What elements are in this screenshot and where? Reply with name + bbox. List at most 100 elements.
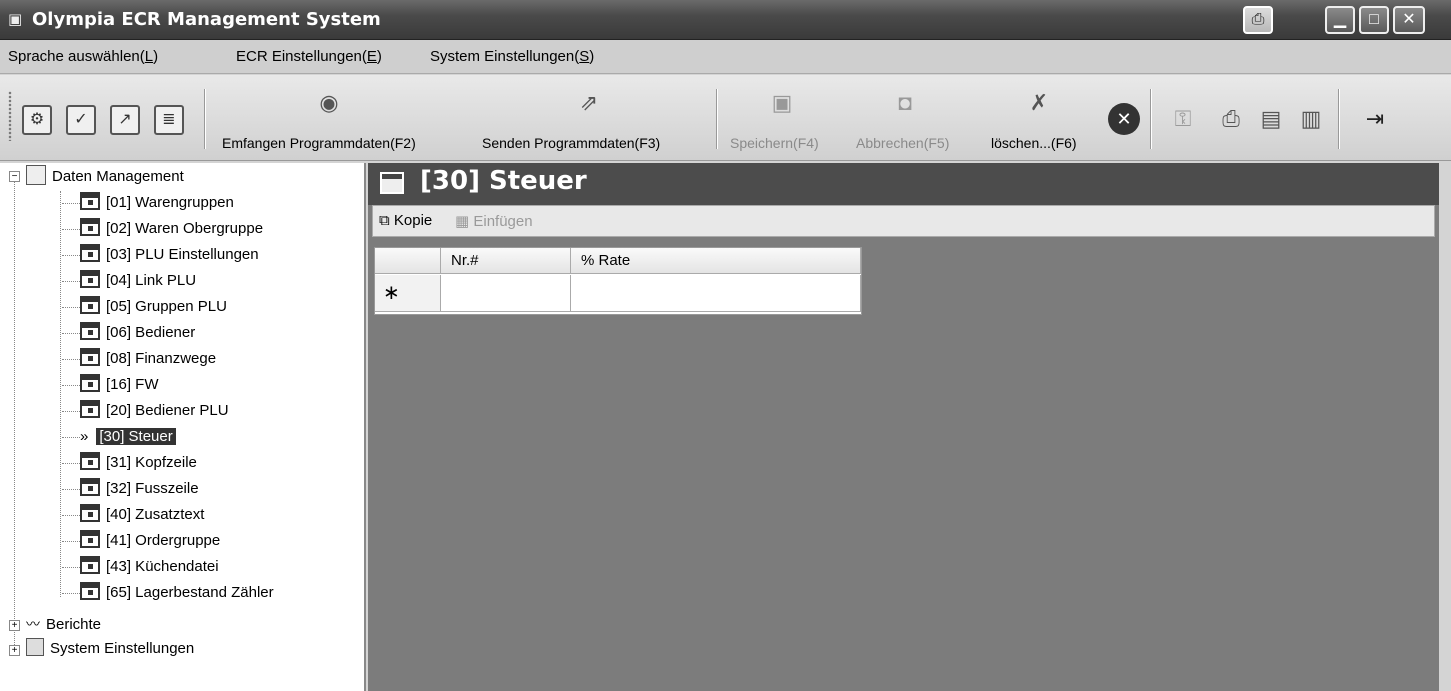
selected-arrow-icon: » [80,428,89,445]
tree-item-label: [31] Kopfzeile [106,454,197,471]
tree-item[interactable]: [20] Bediener PLU [80,399,229,423]
tree-item[interactable]: [43] Küchendatei [80,555,219,579]
tree-item[interactable]: [04] Link PLU [80,269,196,293]
menu-bar: Sprache auswählen(L) ECR Einstellungen(E… [0,40,1451,74]
cancel-button[interactable]: Abbrechen(F5) [856,135,949,151]
check-tool-icon[interactable]: ✓ [66,105,96,135]
chart-tool-icon[interactable]: ↗ [110,105,140,135]
close-icon: ✕ [1402,11,1416,28]
receive-globe-icon[interactable]: ◉ [312,87,346,119]
delete-doc-icon[interactable]: ✗ [1022,87,1056,119]
window-frame-edge [1439,163,1451,691]
menu-ecr-settings[interactable]: ECR Einstellungen(E) [236,48,382,65]
minimize-icon: ▁ [1333,11,1347,28]
tree-item[interactable]: [32] Fusszeile [80,477,199,501]
table-icon [80,582,100,600]
new-row-nr-cell[interactable] [441,275,571,312]
table-icon [80,296,100,314]
table-icon [80,374,100,392]
exit-door-icon[interactable]: ⇥ [1358,103,1392,135]
toolbar-separator [1150,89,1152,149]
window-title: Olympia ECR Management System [32,9,381,30]
tax-grid: Nr.# % Rate ∗ [374,247,862,315]
table-icon [80,270,100,288]
document-icon [26,165,46,185]
tree-item-label: [03] PLU Einstellungen [106,246,259,263]
close-button[interactable]: ✕ [1393,6,1425,34]
receive-program-data-button[interactable]: Emfangen Programmdaten(F2) [222,135,416,151]
collapse-icon[interactable]: − [9,171,20,182]
key-tool-icon: ⚿ [1174,106,1192,131]
tree-item[interactable]: » [30] Steuer [80,425,176,449]
tree-item[interactable]: [06] Bediener [80,321,195,345]
menu-language[interactable]: Sprache auswählen(L) [8,48,158,65]
stop-icon[interactable]: ✕ [1108,103,1140,135]
tree-item-label: [02] Waren Obergruppe [106,220,264,237]
paste-button[interactable]: ▦ Einfügen [455,212,533,230]
save-button[interactable]: Speichern(F4) [730,135,819,151]
tree-item[interactable]: [01] Warengruppen [80,191,234,215]
column-header-rate[interactable]: % Rate [571,248,861,274]
cash-register-icon: ▣ [8,11,23,28]
delete-button[interactable]: löschen...(F6) [991,135,1077,151]
chart-icon: 〰 [26,616,40,632]
window-tool-icon[interactable]: ▥ [1294,103,1328,135]
table-icon [80,192,100,210]
content-pane: [30] Steuer ⧉ Kopie ▦ Einfügen Nr.# % Ra… [368,163,1439,691]
tree-root-data-management[interactable]: Daten Management [26,165,184,189]
new-row-marker[interactable]: ∗ [375,275,441,312]
monitor-tool-icon[interactable]: ▤ [1254,103,1288,135]
tree-item[interactable]: [41] Ordergruppe [80,529,220,553]
toolbar-separator [204,89,206,149]
copy-button[interactable]: ⧉ Kopie [379,212,432,229]
table-icon [80,556,100,574]
cancel-icon: ◘ [898,90,912,115]
tree-item-label: [01] Warengruppen [106,194,234,211]
maximize-button[interactable]: □ [1359,6,1389,34]
tree-item-label: [40] Zusatztext [106,506,205,523]
title-bar: ▣ Olympia ECR Management System ⎙ ▁ □ ✕ [0,0,1451,40]
toolbar: ⚙ ✓ ↗ ≣ ◉ Emfangen Programmdaten(F2) ⇗ S… [0,75,1451,161]
tree-root-reports[interactable]: 〰 Berichte [26,612,101,636]
navigation-tree: − Daten Management + 〰 Berichte + System … [0,163,366,691]
tree-item-label: [65] Lagerbestand Zähler [106,584,274,601]
page-title: [30] Steuer [420,166,587,196]
tree-item[interactable]: [03] PLU Einstellungen [80,243,259,267]
tree-item[interactable]: [31] Kopfzeile [80,451,197,475]
list-tool-icon[interactable]: ≣ [154,105,184,135]
table-icon [80,322,100,340]
tree-item[interactable]: [16] FW [80,373,159,397]
copy-icon: ⧉ [379,212,390,229]
settings-tool-icon[interactable]: ⚙ [22,105,52,135]
tree-item-label: [05] Gruppen PLU [106,298,227,315]
tree-item-label: [16] FW [106,376,159,393]
send-arrow-icon[interactable]: ⇗ [572,87,606,119]
printer-tool-icon[interactable]: ⎙ [1214,103,1248,135]
send-program-data-button[interactable]: Senden Programmdaten(F3) [482,135,660,151]
tree-root-system-settings[interactable]: System Einstellungen [26,637,194,661]
new-row-rate-cell[interactable] [571,275,861,312]
expand-icon[interactable]: + [9,645,20,656]
print-icon[interactable]: ⎙ [1243,6,1273,34]
minimize-button[interactable]: ▁ [1325,6,1355,34]
expand-icon[interactable]: + [9,620,20,631]
toolbar-grip[interactable] [8,91,12,141]
tree-item[interactable]: [08] Finanzwege [80,347,216,371]
tree-item[interactable]: [05] Gruppen PLU [80,295,227,319]
tree-item[interactable]: [02] Waren Obergruppe [80,217,263,241]
tools-icon [26,638,44,656]
toolbar-separator [1338,89,1340,149]
table-icon [80,452,100,470]
tree-item-label: [08] Finanzwege [106,350,217,367]
menu-system-settings[interactable]: System Einstellungen(S) [430,48,594,65]
table-icon [80,348,100,366]
tree-item[interactable]: [65] Lagerbestand Zähler [80,581,274,605]
table-icon [380,172,404,194]
tree-item[interactable]: [40] Zusatztext [80,503,204,527]
tree-item-label: [43] Küchendatei [106,558,219,575]
content-header: [30] Steuer [368,163,1439,205]
paste-icon: ▦ [455,213,470,230]
column-header-nr[interactable]: Nr.# [441,248,571,274]
table-icon [80,218,100,236]
tree-item-label: [06] Bediener [106,324,196,341]
